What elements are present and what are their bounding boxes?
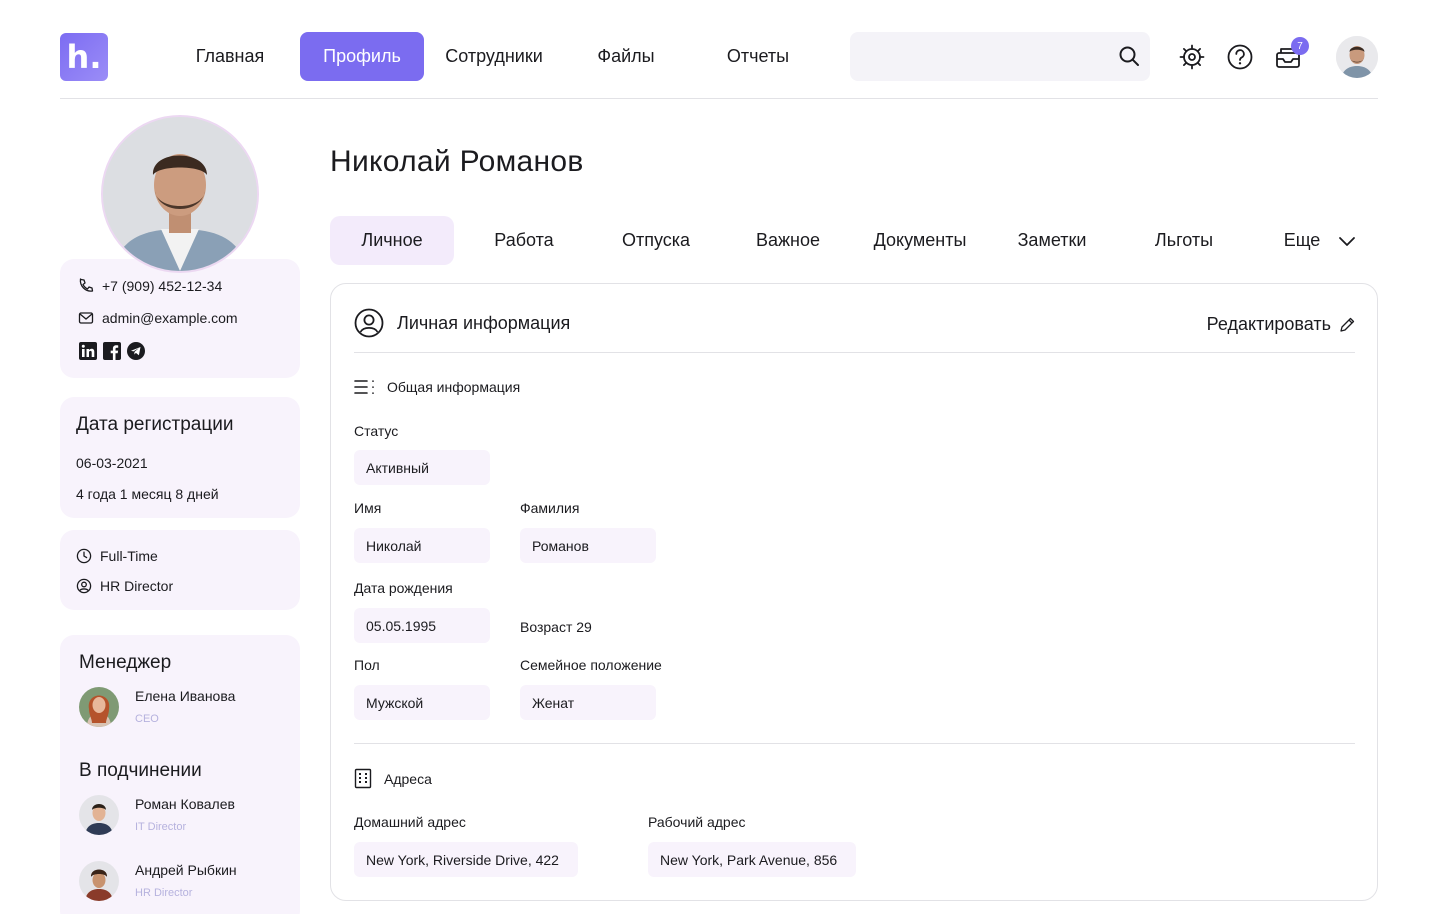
edit-button-label: Редактировать xyxy=(1206,314,1331,334)
pencil-icon xyxy=(1340,317,1355,332)
tab-more-label: Еще xyxy=(1283,230,1321,250)
personal-info-panel: Личная информация Редактировать Общая ин… xyxy=(330,283,1378,901)
registration-duration: 4 года 1 месяц 8 дней xyxy=(76,486,219,502)
team-card: Менеджер Елена Иванова CEO В подчинении … xyxy=(60,635,300,914)
search-icon[interactable] xyxy=(1118,45,1140,67)
app-logo[interactable]: h. xyxy=(60,33,108,81)
telegram-icon[interactable] xyxy=(127,342,145,360)
search-box xyxy=(850,32,1150,81)
tab-more[interactable]: Еще xyxy=(1262,216,1378,265)
last-name-field[interactable]: Романов xyxy=(520,528,656,563)
manager-name: Елена Иванова xyxy=(135,688,236,704)
home-address-field[interactable]: New York, Riverside Drive, 422 xyxy=(354,842,578,877)
user-circle-icon xyxy=(354,308,384,338)
general-info-title: Общая информация xyxy=(387,379,521,395)
subordinate-role: HR Director xyxy=(135,887,193,899)
panel-title: Личная информация xyxy=(397,313,571,333)
clock-icon xyxy=(76,548,92,564)
marital-status-field[interactable]: Женат xyxy=(520,685,656,720)
first-name-field[interactable]: Николай xyxy=(354,528,490,563)
phone-number[interactable]: +7 (909) 452-12-34 xyxy=(102,278,222,294)
nav-profile[interactable]: Профиль xyxy=(300,32,424,81)
tab-vacations[interactable]: Отпуска xyxy=(594,216,718,265)
nav-reports[interactable]: Отчеты xyxy=(708,32,808,81)
profile-photo-image xyxy=(103,117,257,271)
subordinate-avatar xyxy=(79,795,119,835)
tab-benefits[interactable]: Льготы xyxy=(1122,216,1246,265)
tab-notes[interactable]: Заметки xyxy=(990,216,1114,265)
gender-field[interactable]: Мужской xyxy=(354,685,490,720)
manager-role: CEO xyxy=(135,713,159,725)
status-label: Статус xyxy=(354,423,399,439)
work-address-field[interactable]: New York, Park Avenue, 856 xyxy=(648,842,856,877)
subordinates-title: В подчинении xyxy=(79,760,202,781)
profile-photo[interactable] xyxy=(101,115,259,273)
facebook-icon[interactable] xyxy=(103,342,121,360)
subordinate-role: IT Director xyxy=(135,821,187,833)
employment-position: HR Director xyxy=(100,578,174,594)
addresses-title: Адреса xyxy=(384,770,432,787)
edit-button[interactable]: Редактировать xyxy=(1207,314,1355,335)
employee-name-title: Николай Романов xyxy=(330,145,584,178)
user-avatar-image xyxy=(1336,36,1378,78)
gender-label: Пол xyxy=(354,657,380,673)
birth-date-field[interactable]: 05.05.1995 xyxy=(354,608,490,643)
age-text: Возраст 29 xyxy=(520,619,592,635)
help-icon[interactable] xyxy=(1227,44,1253,70)
notifications-badge[interactable]: 7 xyxy=(1291,37,1309,55)
subordinate-name: Роман Ковалев xyxy=(135,796,235,812)
search-input[interactable] xyxy=(866,42,1106,71)
header-divider xyxy=(60,98,1378,99)
marital-status-label: Семейное положение xyxy=(520,657,662,673)
work-address-label: Рабочий адрес xyxy=(648,814,746,830)
tab-personal[interactable]: Личное xyxy=(330,216,454,265)
social-links xyxy=(79,342,145,360)
last-name-label: Фамилия xyxy=(520,500,580,516)
contact-card: +7 (909) 452-12-34 admin@example.com xyxy=(60,259,300,378)
employment-card: Full-Time HR Director xyxy=(60,530,300,610)
subordinate-name: Андрей Рыбкин xyxy=(135,862,237,878)
subordinate-avatar xyxy=(79,861,119,901)
email-address[interactable]: admin@example.com xyxy=(102,310,238,326)
manager-avatar xyxy=(79,687,119,727)
settings-gear-icon[interactable] xyxy=(1179,44,1205,70)
user-circle-icon xyxy=(76,578,92,594)
nav-home[interactable]: Главная xyxy=(180,32,280,81)
status-field[interactable]: Активный xyxy=(354,450,490,485)
nav-files[interactable]: Файлы xyxy=(576,32,676,81)
logo-letter: h. xyxy=(66,38,102,76)
panel-divider xyxy=(354,352,1355,353)
registration-date: 06-03-2021 xyxy=(76,455,148,471)
general-info-heading: Общая информация xyxy=(354,379,520,395)
first-name-label: Имя xyxy=(354,500,382,516)
home-address-label: Домашний адрес xyxy=(354,814,466,830)
tab-work[interactable]: Работа xyxy=(462,216,586,265)
linkedin-icon[interactable] xyxy=(79,342,97,360)
mail-icon xyxy=(78,312,94,324)
building-icon xyxy=(354,768,372,789)
nav-employees[interactable]: Сотрудники xyxy=(434,32,554,81)
section-divider xyxy=(354,743,1355,744)
employment-type: Full-Time xyxy=(100,548,158,564)
manager-title: Менеджер xyxy=(79,652,172,673)
registration-title: Дата регистрации xyxy=(76,414,234,435)
chevron-down-icon xyxy=(1339,236,1356,246)
addresses-heading: Адреса xyxy=(354,768,432,789)
phone-icon xyxy=(79,278,94,292)
header-avatar[interactable] xyxy=(1336,36,1378,78)
list-icon xyxy=(354,380,374,394)
tab-important[interactable]: Важное xyxy=(726,216,850,265)
registration-card: Дата регистрации 06-03-2021 4 года 1 мес… xyxy=(60,397,300,518)
tab-documents[interactable]: Документы xyxy=(858,216,982,265)
birth-date-label: Дата рождения xyxy=(354,580,453,596)
